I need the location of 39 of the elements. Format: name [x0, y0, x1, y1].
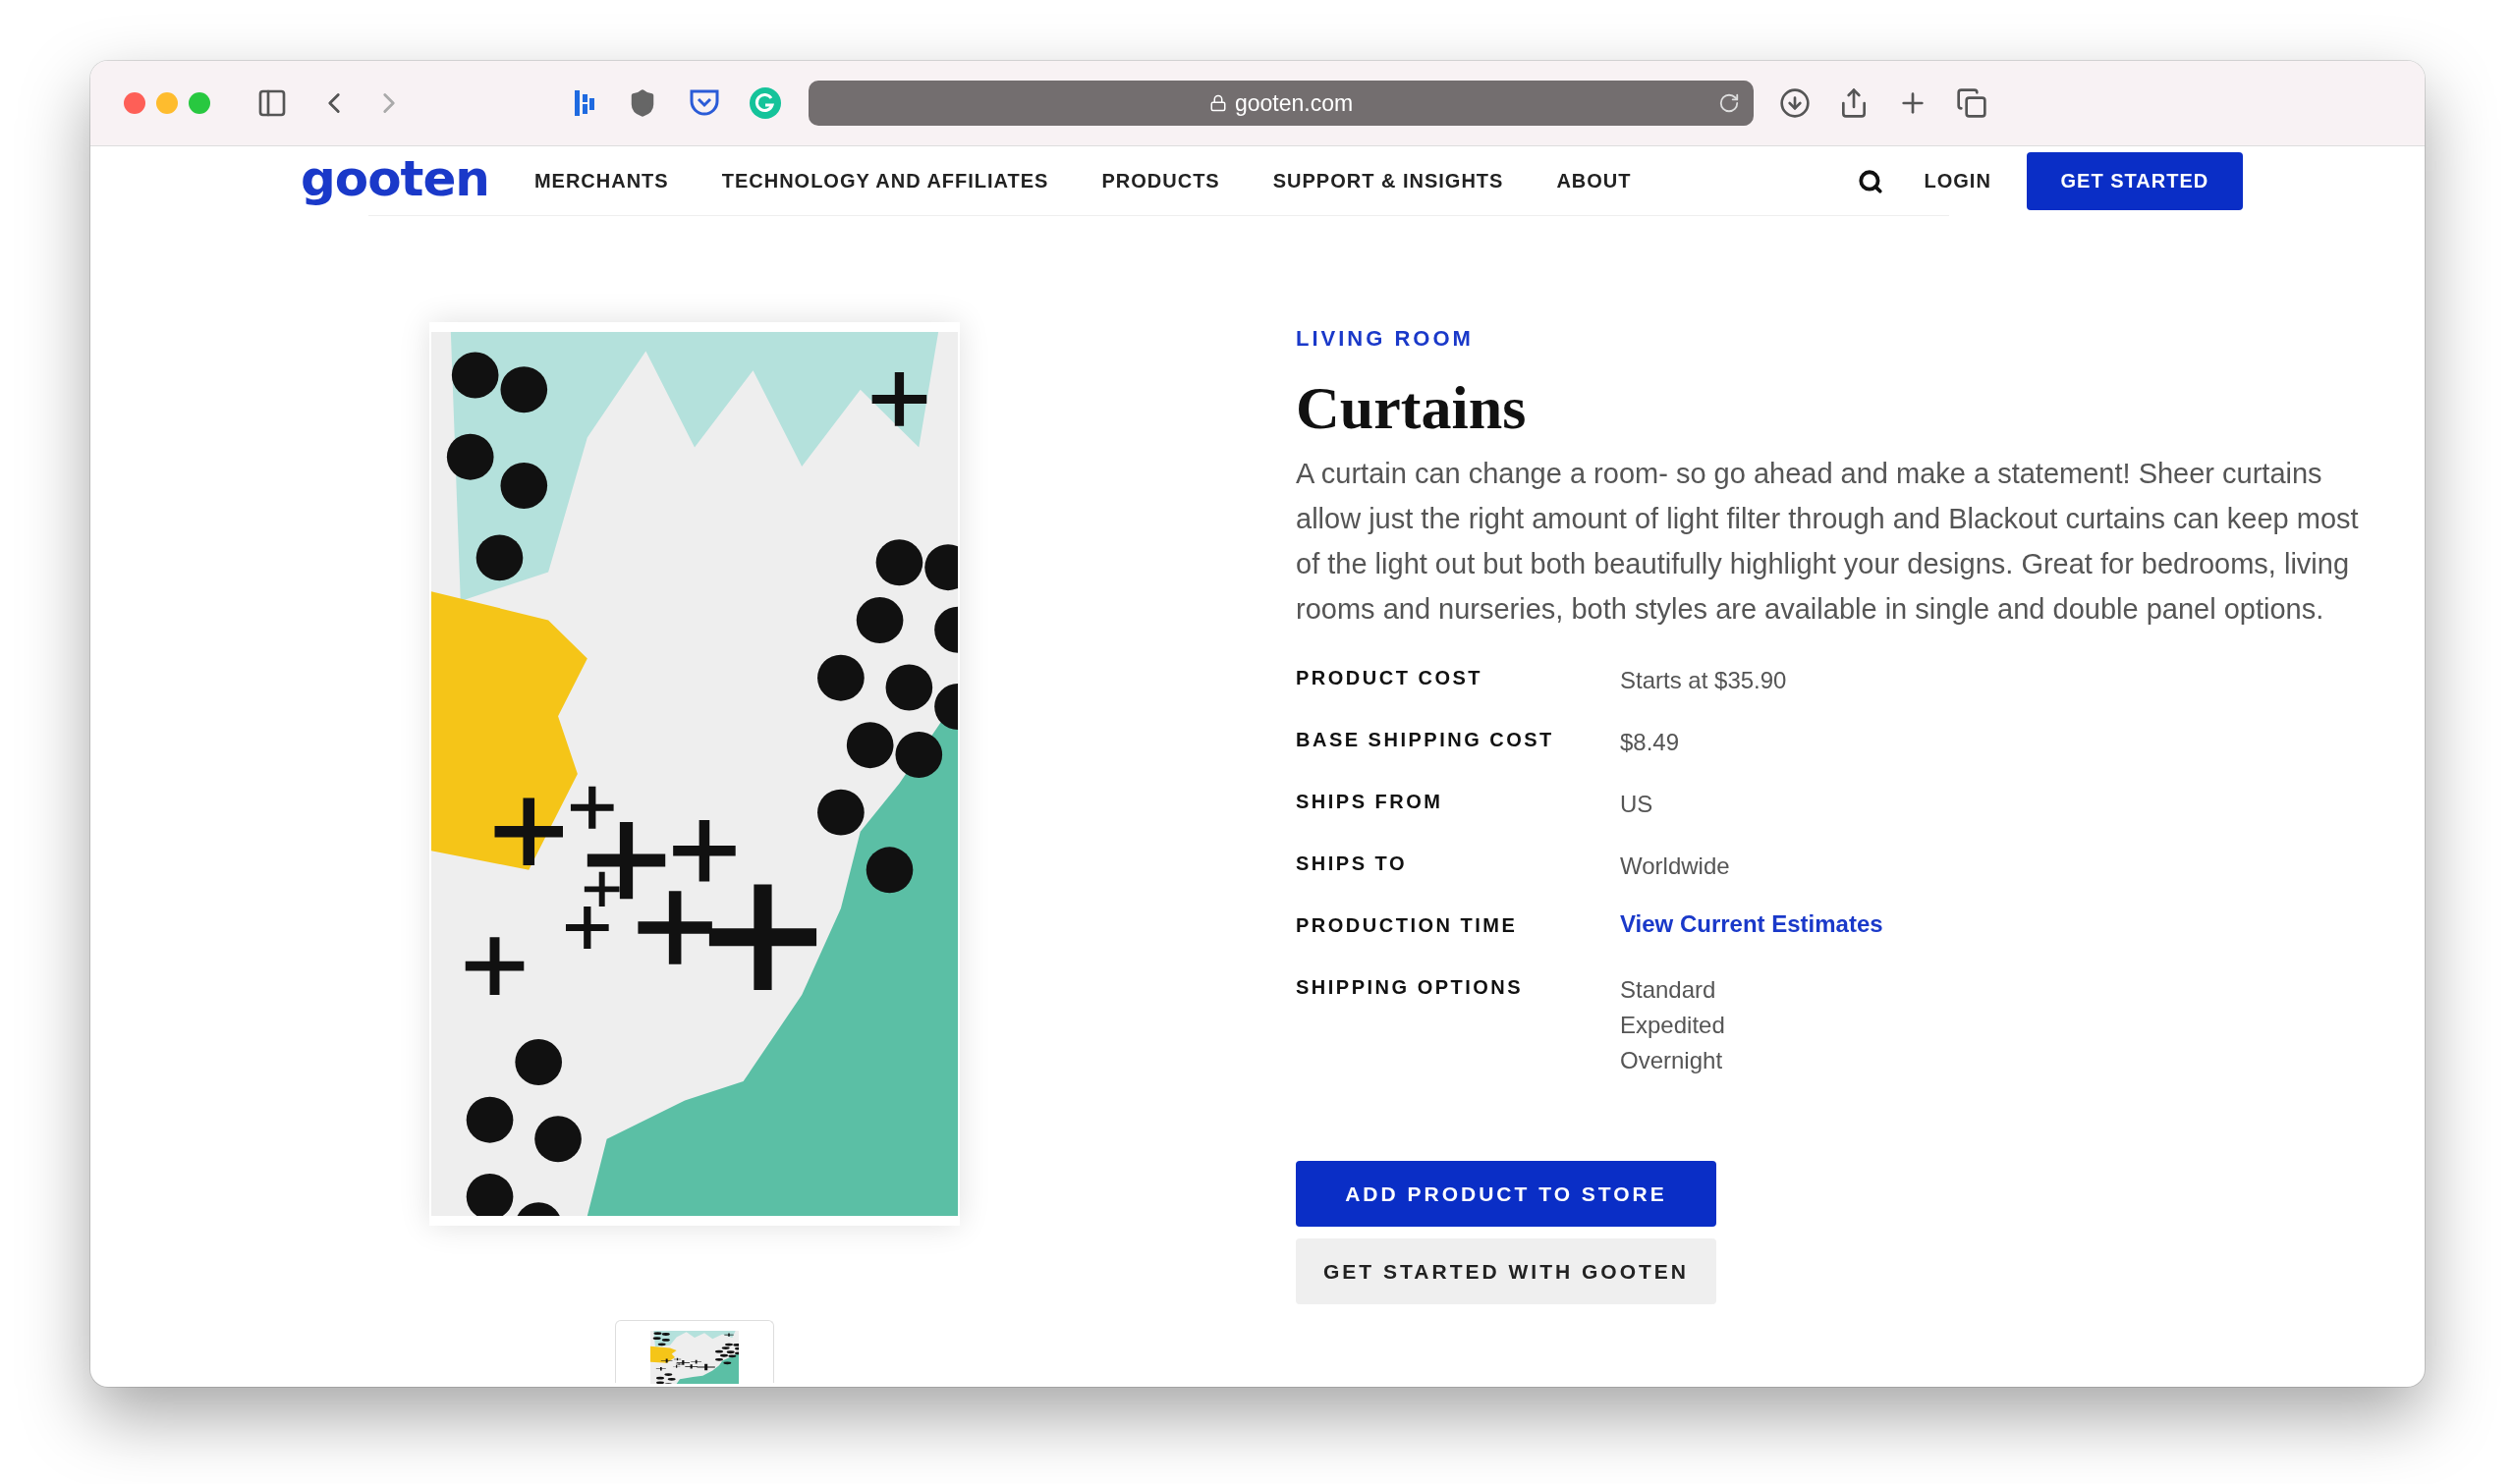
spec-label: SHIPPING OPTIONS	[1296, 975, 1525, 1000]
spec-label: PRODUCT COST	[1296, 666, 1483, 690]
spec-value: Starts at $35.90	[1620, 666, 1787, 695]
product-title: Curtains	[1296, 373, 1528, 443]
spec-value: US	[1620, 790, 1653, 819]
spec-label: SHIPS FROM	[1296, 790, 1444, 814]
spec-value: Worldwide	[1620, 852, 1730, 881]
nav-link[interactable]: MERCHANTS	[533, 170, 669, 192]
close-window-icon[interactable]	[124, 92, 145, 114]
category-label: LIVING ROOM	[1296, 326, 1475, 352]
nav-link[interactable]: PRODUCTS	[1101, 170, 1220, 192]
pocket-icon[interactable]	[689, 88, 720, 118]
spec-value: $8.49	[1620, 728, 1680, 757]
sidebar-icon[interactable]	[256, 87, 288, 119]
estimates-link[interactable]: View Current Estimates	[1620, 910, 1883, 938]
login-link[interactable]: LOGIN	[1924, 170, 1991, 192]
spec-label: PRODUCTION TIME	[1296, 913, 1519, 938]
reload-icon[interactable]	[1718, 92, 1740, 114]
get-started-button[interactable]: GET STARTED	[2026, 152, 2243, 210]
product-description: A curtain can change a room- so go ahead and make a statement! Sheer curtains allow just the right amount of light filter through and Blackout curtains can keep most of the light out but both beautifully highlight your designs. Great for bedrooms, living rooms and nurseries, both styles are available in single and double panel options.	[1296, 457, 2360, 627]
spec-label: SHIPS TO	[1296, 852, 1408, 876]
nav-link[interactable]: TECHNOLOGY AND AFFILIATES	[721, 170, 1049, 192]
spec-label: BASE SHIPPING COST	[1296, 728, 1555, 752]
spec-value: Expedited	[1620, 1011, 1725, 1040]
url-text: gooten.com	[1234, 89, 1354, 117]
spec-value: Standard	[1620, 975, 1717, 1005]
tabs-overview-icon[interactable]	[1956, 87, 1987, 119]
lock-icon	[1208, 94, 1227, 112]
nav-link[interactable]: ABOUT	[1556, 170, 1632, 192]
nav-link[interactable]: SUPPORT & INSIGHTS	[1272, 170, 1504, 192]
download-icon[interactable]	[1779, 87, 1811, 119]
get-started-with-gooten-button[interactable]: GET STARTED WITH GOOTEN	[1296, 1238, 1716, 1304]
add-to-store-button[interactable]: ADD PRODUCT TO STORE	[1296, 1161, 1716, 1227]
address-bar[interactable]: gooten.com	[809, 81, 1754, 126]
search-icon[interactable]	[1857, 168, 1883, 194]
gooten-logo[interactable]: gooten	[301, 149, 489, 207]
spec-value: Overnight	[1620, 1046, 1724, 1075]
thumbnail[interactable]	[615, 1320, 774, 1383]
bars-extension-icon[interactable]	[573, 88, 596, 118]
